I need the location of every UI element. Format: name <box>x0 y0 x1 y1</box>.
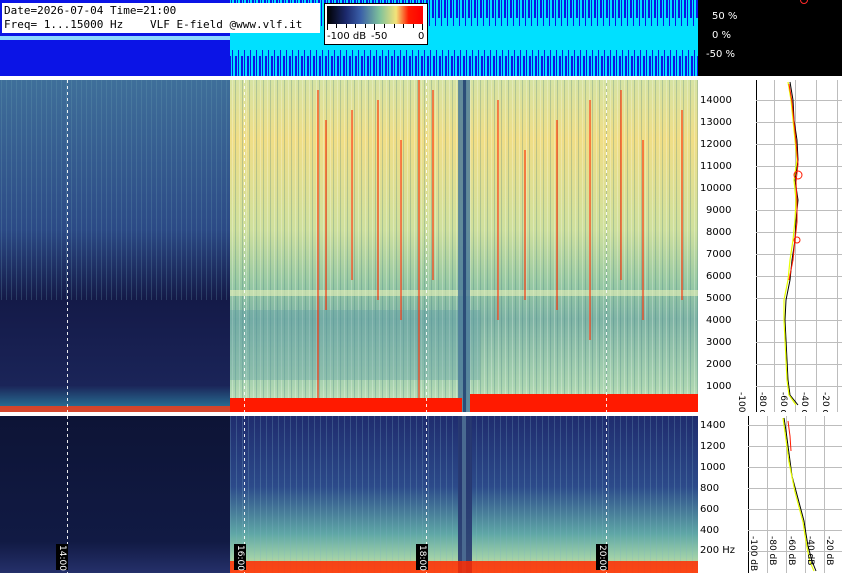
lower-db-label-40: -40 dB <box>805 536 815 566</box>
upper-freq-axis-panel: 14000 13000 12000 11000 10000 9000 8000 … <box>698 80 842 427</box>
lower-db-label-80: -80 dB <box>767 536 777 566</box>
header-date-time: Date=2026-07-04 Time=21:00 <box>4 4 177 17</box>
lower-db-label-60: -60 dB <box>786 536 796 566</box>
amplitude-label-0: 0 % <box>712 30 732 41</box>
waveform-panel: Date=2026-07-04 Time=21:00 Freq= 1...150… <box>0 0 698 76</box>
freq-label-3000: 3000 <box>706 337 732 348</box>
freq-label-4000: 4000 <box>706 315 732 326</box>
amplitude-label-50: 50 % <box>712 11 738 22</box>
lower-db-label-100: -100 dB <box>748 536 758 572</box>
freq-label-2000: 2000 <box>706 359 732 370</box>
lower-freq-label-1400: 1400 <box>700 420 726 431</box>
colorbar-ticks <box>327 24 423 30</box>
freq-label-6000: 6000 <box>706 271 732 282</box>
time-marker-2000: 20:00 <box>597 545 607 571</box>
freq-label-1000: 1000 <box>706 381 732 392</box>
freq-label-7000: 7000 <box>706 249 732 260</box>
freq-label-9000: 9000 <box>706 205 732 216</box>
freq-label-10000: 10000 <box>700 183 732 194</box>
freq-label-11000: 11000 <box>700 161 732 172</box>
lower-freq-label-200: 200 Hz <box>700 545 736 556</box>
time-marker-1600: 16:00 <box>235 545 245 571</box>
lower-spectrogram: 14:00 16:00 18:00 20:00 <box>0 416 698 573</box>
header-frequency: Freq= 1...15000 Hz <box>4 18 124 31</box>
freq-label-8000: 8000 <box>706 227 732 238</box>
lower-freq-label-1200: 1200 <box>700 441 726 452</box>
time-marker-1400: 14:00 <box>57 545 67 571</box>
colorbar-label-max: 0 <box>418 31 425 42</box>
colorbar-gradient <box>327 6 423 24</box>
lower-db-label-20: -20 dB <box>824 536 834 566</box>
lower-freq-label-1000: 1000 <box>700 462 726 473</box>
amplitude-axis-panel: 50 % 0 % -50 % <box>698 0 842 76</box>
amplitude-label-minus50: -50 % <box>706 49 736 60</box>
upper-spectrogram-image <box>0 80 698 412</box>
time-marker-1800: 18:00 <box>417 545 427 571</box>
freq-label-13000: 13000 <box>700 117 732 128</box>
colorbar-label-mid: -50 <box>371 31 388 42</box>
lower-freq-axis-panel: 1400 1200 1000 800 600 400 200 Hz -100 d… <box>698 416 842 573</box>
lower-freq-label-800: 800 <box>700 483 720 494</box>
amplitude-marker <box>800 0 808 4</box>
header-station: VLF E-field @www.vlf.it <box>150 18 303 31</box>
upper-spectrogram <box>0 80 698 412</box>
lower-freq-label-400: 400 <box>700 525 720 536</box>
lower-spectrogram-image <box>0 416 698 573</box>
freq-label-12000: 12000 <box>700 139 732 150</box>
lower-freq-label-600: 600 <box>700 504 720 515</box>
freq-label-5000: 5000 <box>706 293 732 304</box>
colorbar-label-min: -100 dB <box>327 31 367 42</box>
freq-label-14000: 14000 <box>700 95 732 106</box>
